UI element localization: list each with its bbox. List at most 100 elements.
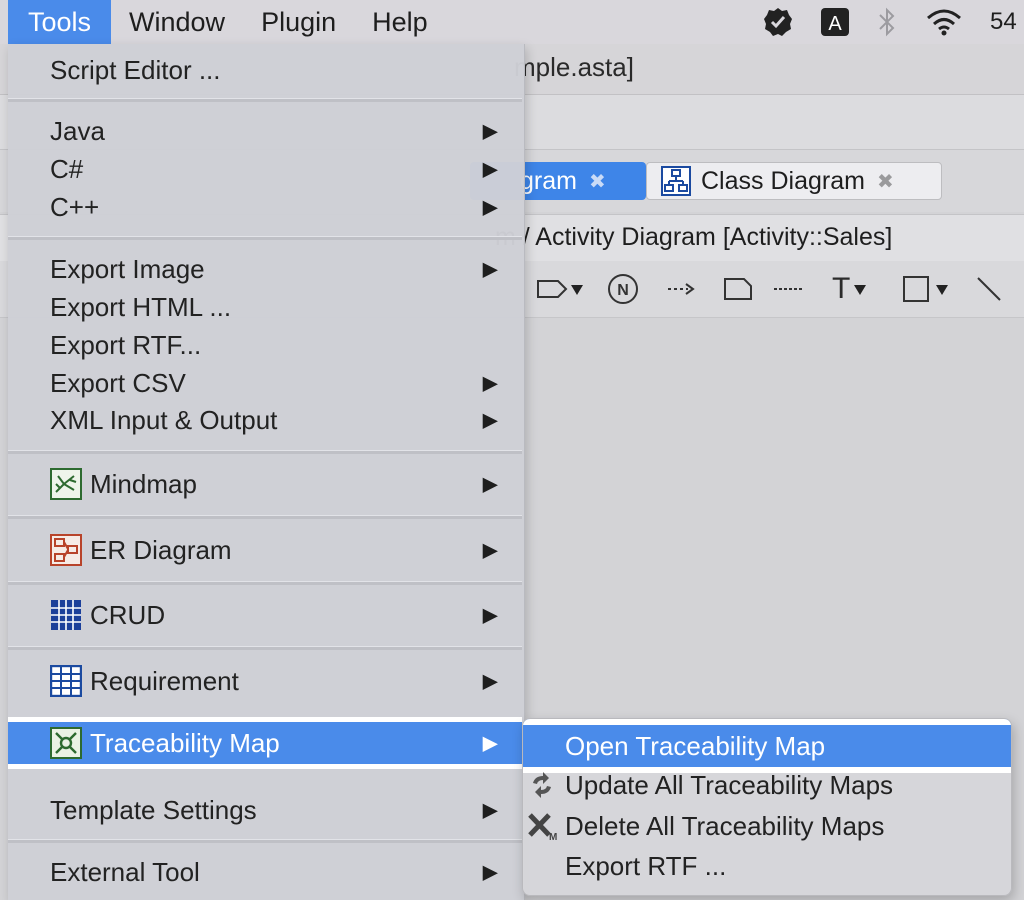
breadcrumb-path: m / Activity Diagram [Activity::Sales]	[495, 223, 893, 251]
menu-separator	[8, 98, 522, 102]
dotted-arrow-icon	[668, 283, 695, 295]
menu-item-label: External Tool	[50, 856, 200, 887]
svg-text:A: A	[828, 13, 842, 35]
menu-item-xml-input-output[interactable]: XML Input & Output ▶	[8, 401, 522, 439]
menu-item-cpp[interactable]: C++ ▶	[8, 188, 522, 226]
signal-send-tool[interactable]	[536, 273, 584, 305]
wifi-icon[interactable]	[924, 7, 964, 37]
menu-bar: Tools Window Plugin Help A 54	[0, 0, 1024, 44]
dropdown-triangle-icon[interactable]	[932, 277, 952, 301]
refresh-arrows-icon	[533, 772, 551, 798]
menu-separator	[8, 515, 522, 519]
diagonal-line-icon	[977, 277, 1001, 301]
menu-plugin[interactable]: Plugin	[243, 0, 354, 44]
submenu-arrow-icon: ▶	[482, 258, 498, 281]
menu-item-label: ER Diagram	[90, 534, 232, 565]
submenu-arrow-icon: ▶	[482, 409, 498, 432]
menu-help[interactable]: Help	[354, 0, 446, 44]
menu-item-label: XML Input & Output	[50, 404, 278, 435]
menu-item-csharp[interactable]: C# ▶	[8, 150, 522, 188]
dashed-line-icon	[774, 288, 802, 290]
mindmap-icon	[50, 468, 82, 500]
signal-send-icon	[537, 280, 568, 298]
submenu-arrow-icon: ▶	[482, 799, 498, 822]
menu-item-requirement[interactable]: Requirement ▶	[8, 662, 522, 700]
menu-item-label: CRUD	[90, 599, 166, 630]
bluetooth-icon[interactable]	[876, 7, 898, 37]
line-tool[interactable]	[974, 273, 1004, 305]
menu-item-label: Export Image	[50, 253, 205, 284]
menu-window[interactable]: Window	[111, 0, 243, 44]
menu-item-label: Export CSV	[50, 367, 186, 398]
svg-text:M: M	[549, 832, 557, 841]
menu-item-label: Traceability Map	[90, 727, 280, 758]
menu-item-label: Export HTML ...	[50, 291, 232, 322]
rectangle-icon	[903, 276, 929, 302]
menu-separator	[8, 236, 522, 240]
menu-item-template-settings[interactable]: Template Settings ▶	[8, 791, 522, 829]
menu-item-script-editor[interactable]: Script Editor ...	[8, 51, 522, 89]
menu-item-export-image[interactable]: Export Image ▶	[8, 250, 522, 288]
menu-item-label: Java	[50, 115, 105, 146]
status-area: A 54	[762, 0, 1024, 44]
object-node-tool[interactable]	[722, 273, 754, 305]
submenu-arrow-icon: ▶	[482, 158, 498, 181]
tab-close-icon[interactable]: ✖	[589, 169, 606, 194]
tab-label: gram	[520, 166, 577, 195]
menu-item-mindmap[interactable]: Mindmap ▶	[8, 465, 522, 503]
menu-item-export-csv[interactable]: Export CSV ▶	[8, 364, 522, 402]
checkmark-badge-icon[interactable]	[762, 6, 794, 38]
submenu-arrow-icon: ▶	[482, 732, 498, 755]
dashed-line-tool[interactable]	[772, 273, 804, 305]
menu-item-label: Export RTF...	[50, 329, 202, 360]
rectangle-tool[interactable]	[900, 273, 952, 305]
menu-item-java[interactable]: Java ▶	[8, 112, 522, 150]
clock-text[interactable]: 54	[990, 8, 1024, 36]
menu-separator	[8, 450, 522, 454]
submenu-arrow-icon: ▶	[482, 670, 498, 693]
menu-item-label: C++	[50, 191, 100, 222]
crud-grid-icon	[51, 600, 81, 630]
dropdown-triangle-icon[interactable]	[570, 277, 584, 301]
menu-separator	[8, 581, 522, 585]
menu-tools[interactable]: Tools	[8, 0, 112, 44]
menu-item-crud[interactable]: CRUD ▶	[8, 596, 522, 634]
menu-item-label: C#	[50, 153, 84, 184]
input-source-icon[interactable]: A	[820, 7, 850, 37]
submenu-item-label: Delete All Traceability Maps	[565, 810, 885, 841]
text-tool[interactable]: T	[832, 272, 870, 305]
tab-close-icon[interactable]: ✖	[877, 169, 894, 194]
submenu-arrow-icon: ▶	[482, 861, 498, 884]
delete-x-icon: M	[528, 813, 557, 841]
menu-item-label: Script Editor ...	[50, 54, 221, 85]
note-shape-icon	[724, 278, 752, 300]
traceability-map-icon	[50, 727, 82, 759]
submenu-item-label: Export RTF ...	[565, 850, 727, 881]
menu-separator	[8, 839, 522, 843]
menu-item-external-tool[interactable]: External Tool ▶	[8, 853, 522, 891]
submenu-item-label: Update All Traceability Maps	[565, 769, 894, 800]
menu-item-label: Template Settings	[50, 794, 257, 825]
er-diagram-icon	[50, 534, 82, 566]
tools-dropdown-menu: Script Editor ... Java ▶ C# ▶ C++ ▶ Expo…	[8, 44, 525, 900]
text-tool-glyph: T	[832, 272, 851, 305]
menu-item-export-html[interactable]: Export HTML ...	[8, 288, 522, 326]
menu-item-label: Mindmap	[90, 468, 197, 499]
submenu-arrow-icon: ▶	[482, 604, 498, 627]
traceability-submenu: Open Traceability Map Update All Traceab…	[522, 718, 1012, 896]
submenu-arrow-icon: ▶	[482, 473, 498, 496]
dropdown-triangle-icon[interactable]	[850, 277, 870, 301]
tab-class-diagram[interactable]: Class Diagram ✖	[646, 162, 942, 200]
submenu-item-export-rtf[interactable]: Export RTF ...	[523, 846, 1011, 886]
menu-item-traceability-map[interactable]: Traceability Map ▶	[8, 717, 522, 769]
submenu-item-delete-all-traceability-maps[interactable]: M Delete All Traceability Maps	[523, 806, 1011, 846]
submenu-item-update-all-traceability-maps[interactable]: Update All Traceability Maps	[523, 765, 1011, 805]
submenu-arrow-icon: ▶	[482, 196, 498, 219]
note-n-tool[interactable]: N	[606, 273, 640, 305]
flow-tool[interactable]	[666, 273, 696, 305]
submenu-arrow-icon: ▶	[482, 372, 498, 395]
svg-text:N: N	[617, 282, 629, 299]
menu-item-export-rtf[interactable]: Export RTF...	[8, 326, 522, 364]
menu-item-label: Requirement	[90, 665, 239, 696]
menu-item-er-diagram[interactable]: ER Diagram ▶	[8, 531, 522, 569]
